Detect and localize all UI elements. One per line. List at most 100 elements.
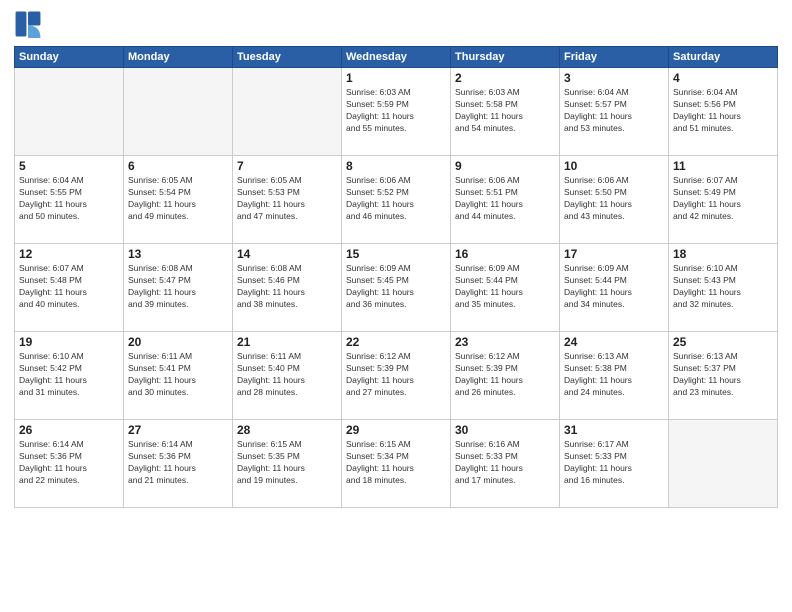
- day-info: Sunrise: 6:11 AM Sunset: 5:40 PM Dayligh…: [237, 351, 337, 399]
- calendar-cell: 20 Sunrise: 6:11 AM Sunset: 5:41 PM Dayli…: [124, 332, 233, 420]
- day-number: 25: [673, 335, 773, 349]
- day-number: 7: [237, 159, 337, 173]
- calendar-cell: 21 Sunrise: 6:11 AM Sunset: 5:40 PM Dayli…: [233, 332, 342, 420]
- calendar-cell: 15Sunrise: 6:09 AM Sunset: 5:45 PM Dayli…: [342, 244, 451, 332]
- day-info: Sunrise: 6:05 AM Sunset: 5:53 PM Dayligh…: [237, 175, 337, 223]
- weekday-header: Saturday: [669, 47, 778, 68]
- calendar-cell: 19 Sunrise: 6:10 AM Sunset: 5:42 PM Dayli…: [15, 332, 124, 420]
- calendar-cell: 14 Sunrise: 6:08 AM Sunset: 5:46 PM Dayli…: [233, 244, 342, 332]
- day-number: 29: [346, 423, 446, 437]
- day-number: 6: [128, 159, 228, 173]
- logo: [14, 10, 44, 38]
- day-number: 31: [564, 423, 664, 437]
- calendar-cell: 27 Sunrise: 6:14 AM Sunset: 5:36 PM Dayli…: [124, 420, 233, 508]
- calendar-week-row: 1 Sunrise: 6:03 AM Sunset: 5:59 PM Daylig…: [15, 68, 778, 156]
- calendar-cell: 12 Sunrise: 6:07 AM Sunset: 5:48 PM Dayli…: [15, 244, 124, 332]
- calendar-cell: 18 Sunrise: 6:10 AM Sunset: 5:43 PM Dayli…: [669, 244, 778, 332]
- day-info: Sunrise: 6:11 AM Sunset: 5:41 PM Dayligh…: [128, 351, 228, 399]
- weekday-header: Monday: [124, 47, 233, 68]
- calendar: SundayMondayTuesdayWednesdayThursdayFrid…: [14, 46, 778, 508]
- weekday-header-row: SundayMondayTuesdayWednesdayThursdayFrid…: [15, 47, 778, 68]
- day-info: Sunrise: 6:16 AM Sunset: 5:33 PM Dayligh…: [455, 439, 555, 487]
- calendar-cell: 6 Sunrise: 6:05 AM Sunset: 5:54 PM Daylig…: [124, 156, 233, 244]
- calendar-cell: 11Sunrise: 6:07 AM Sunset: 5:49 PM Dayli…: [669, 156, 778, 244]
- calendar-cell: [669, 420, 778, 508]
- calendar-cell: 30 Sunrise: 6:16 AM Sunset: 5:33 PM Dayli…: [451, 420, 560, 508]
- day-number: 23: [455, 335, 555, 349]
- day-info: Sunrise: 6:04 AM Sunset: 5:57 PM Dayligh…: [564, 87, 664, 135]
- day-number: 27: [128, 423, 228, 437]
- calendar-cell: 2Sunrise: 6:03 AM Sunset: 5:58 PM Daylig…: [451, 68, 560, 156]
- calendar-week-row: 12 Sunrise: 6:07 AM Sunset: 5:48 PM Dayli…: [15, 244, 778, 332]
- logo-icon: [14, 10, 42, 38]
- day-info: Sunrise: 6:07 AM Sunset: 5:49 PM Dayligh…: [673, 175, 773, 223]
- calendar-cell: 3 Sunrise: 6:04 AM Sunset: 5:57 PM Daylig…: [560, 68, 669, 156]
- day-number: 22: [346, 335, 446, 349]
- weekday-header: Tuesday: [233, 47, 342, 68]
- day-info: Sunrise: 6:14 AM Sunset: 5:36 PM Dayligh…: [19, 439, 119, 487]
- day-info: Sunrise: 6:07 AM Sunset: 5:48 PM Dayligh…: [19, 263, 119, 311]
- day-number: 28: [237, 423, 337, 437]
- calendar-cell: 31 Sunrise: 6:17 AM Sunset: 5:33 PM Dayli…: [560, 420, 669, 508]
- day-number: 16: [455, 247, 555, 261]
- day-info: Sunrise: 6:04 AM Sunset: 5:55 PM Dayligh…: [19, 175, 119, 223]
- day-number: 4: [673, 71, 773, 85]
- day-info: Sunrise: 6:06 AM Sunset: 5:50 PM Dayligh…: [564, 175, 664, 223]
- day-number: 12: [19, 247, 119, 261]
- day-number: 8: [346, 159, 446, 173]
- calendar-cell: [15, 68, 124, 156]
- day-info: Sunrise: 6:13 AM Sunset: 5:37 PM Dayligh…: [673, 351, 773, 399]
- day-info: Sunrise: 6:04 AM Sunset: 5:56 PM Dayligh…: [673, 87, 773, 135]
- calendar-week-row: 5 Sunrise: 6:04 AM Sunset: 5:55 PM Daylig…: [15, 156, 778, 244]
- day-info: Sunrise: 6:09 AM Sunset: 5:45 PM Dayligh…: [346, 263, 446, 311]
- day-number: 30: [455, 423, 555, 437]
- day-number: 2: [455, 71, 555, 85]
- day-number: 3: [564, 71, 664, 85]
- calendar-cell: 17Sunrise: 6:09 AM Sunset: 5:44 PM Dayli…: [560, 244, 669, 332]
- day-info: Sunrise: 6:13 AM Sunset: 5:38 PM Dayligh…: [564, 351, 664, 399]
- calendar-week-row: 26 Sunrise: 6:14 AM Sunset: 5:36 PM Dayli…: [15, 420, 778, 508]
- day-number: 10: [564, 159, 664, 173]
- calendar-cell: 25 Sunrise: 6:13 AM Sunset: 5:37 PM Dayli…: [669, 332, 778, 420]
- day-number: 19: [19, 335, 119, 349]
- calendar-cell: 1 Sunrise: 6:03 AM Sunset: 5:59 PM Daylig…: [342, 68, 451, 156]
- calendar-cell: 29 Sunrise: 6:15 AM Sunset: 5:34 PM Dayli…: [342, 420, 451, 508]
- calendar-cell: 13 Sunrise: 6:08 AM Sunset: 5:47 PM Dayli…: [124, 244, 233, 332]
- calendar-cell: 7 Sunrise: 6:05 AM Sunset: 5:53 PM Daylig…: [233, 156, 342, 244]
- day-info: Sunrise: 6:09 AM Sunset: 5:44 PM Dayligh…: [564, 263, 664, 311]
- day-info: Sunrise: 6:10 AM Sunset: 5:43 PM Dayligh…: [673, 263, 773, 311]
- day-number: 26: [19, 423, 119, 437]
- day-number: 21: [237, 335, 337, 349]
- day-info: Sunrise: 6:12 AM Sunset: 5:39 PM Dayligh…: [455, 351, 555, 399]
- day-info: Sunrise: 6:08 AM Sunset: 5:47 PM Dayligh…: [128, 263, 228, 311]
- calendar-week-row: 19 Sunrise: 6:10 AM Sunset: 5:42 PM Dayli…: [15, 332, 778, 420]
- calendar-cell: 28Sunrise: 6:15 AM Sunset: 5:35 PM Dayli…: [233, 420, 342, 508]
- day-info: Sunrise: 6:05 AM Sunset: 5:54 PM Dayligh…: [128, 175, 228, 223]
- day-info: Sunrise: 6:08 AM Sunset: 5:46 PM Dayligh…: [237, 263, 337, 311]
- day-number: 5: [19, 159, 119, 173]
- day-info: Sunrise: 6:17 AM Sunset: 5:33 PM Dayligh…: [564, 439, 664, 487]
- day-info: Sunrise: 6:12 AM Sunset: 5:39 PM Dayligh…: [346, 351, 446, 399]
- day-info: Sunrise: 6:06 AM Sunset: 5:51 PM Dayligh…: [455, 175, 555, 223]
- day-number: 20: [128, 335, 228, 349]
- day-number: 1: [346, 71, 446, 85]
- weekday-header: Sunday: [15, 47, 124, 68]
- header: [14, 10, 778, 38]
- day-info: Sunrise: 6:14 AM Sunset: 5:36 PM Dayligh…: [128, 439, 228, 487]
- calendar-cell: 22 Sunrise: 6:12 AM Sunset: 5:39 PM Dayli…: [342, 332, 451, 420]
- calendar-cell: 26 Sunrise: 6:14 AM Sunset: 5:36 PM Dayli…: [15, 420, 124, 508]
- day-number: 24: [564, 335, 664, 349]
- day-info: Sunrise: 6:03 AM Sunset: 5:59 PM Dayligh…: [346, 87, 446, 135]
- day-number: 14: [237, 247, 337, 261]
- calendar-cell: 23 Sunrise: 6:12 AM Sunset: 5:39 PM Dayli…: [451, 332, 560, 420]
- day-number: 13: [128, 247, 228, 261]
- calendar-cell: 10 Sunrise: 6:06 AM Sunset: 5:50 PM Dayli…: [560, 156, 669, 244]
- day-number: 18: [673, 247, 773, 261]
- day-info: Sunrise: 6:15 AM Sunset: 5:34 PM Dayligh…: [346, 439, 446, 487]
- day-number: 9: [455, 159, 555, 173]
- calendar-cell: [233, 68, 342, 156]
- day-info: Sunrise: 6:10 AM Sunset: 5:42 PM Dayligh…: [19, 351, 119, 399]
- calendar-cell: 4 Sunrise: 6:04 AM Sunset: 5:56 PM Daylig…: [669, 68, 778, 156]
- calendar-cell: [124, 68, 233, 156]
- weekday-header: Thursday: [451, 47, 560, 68]
